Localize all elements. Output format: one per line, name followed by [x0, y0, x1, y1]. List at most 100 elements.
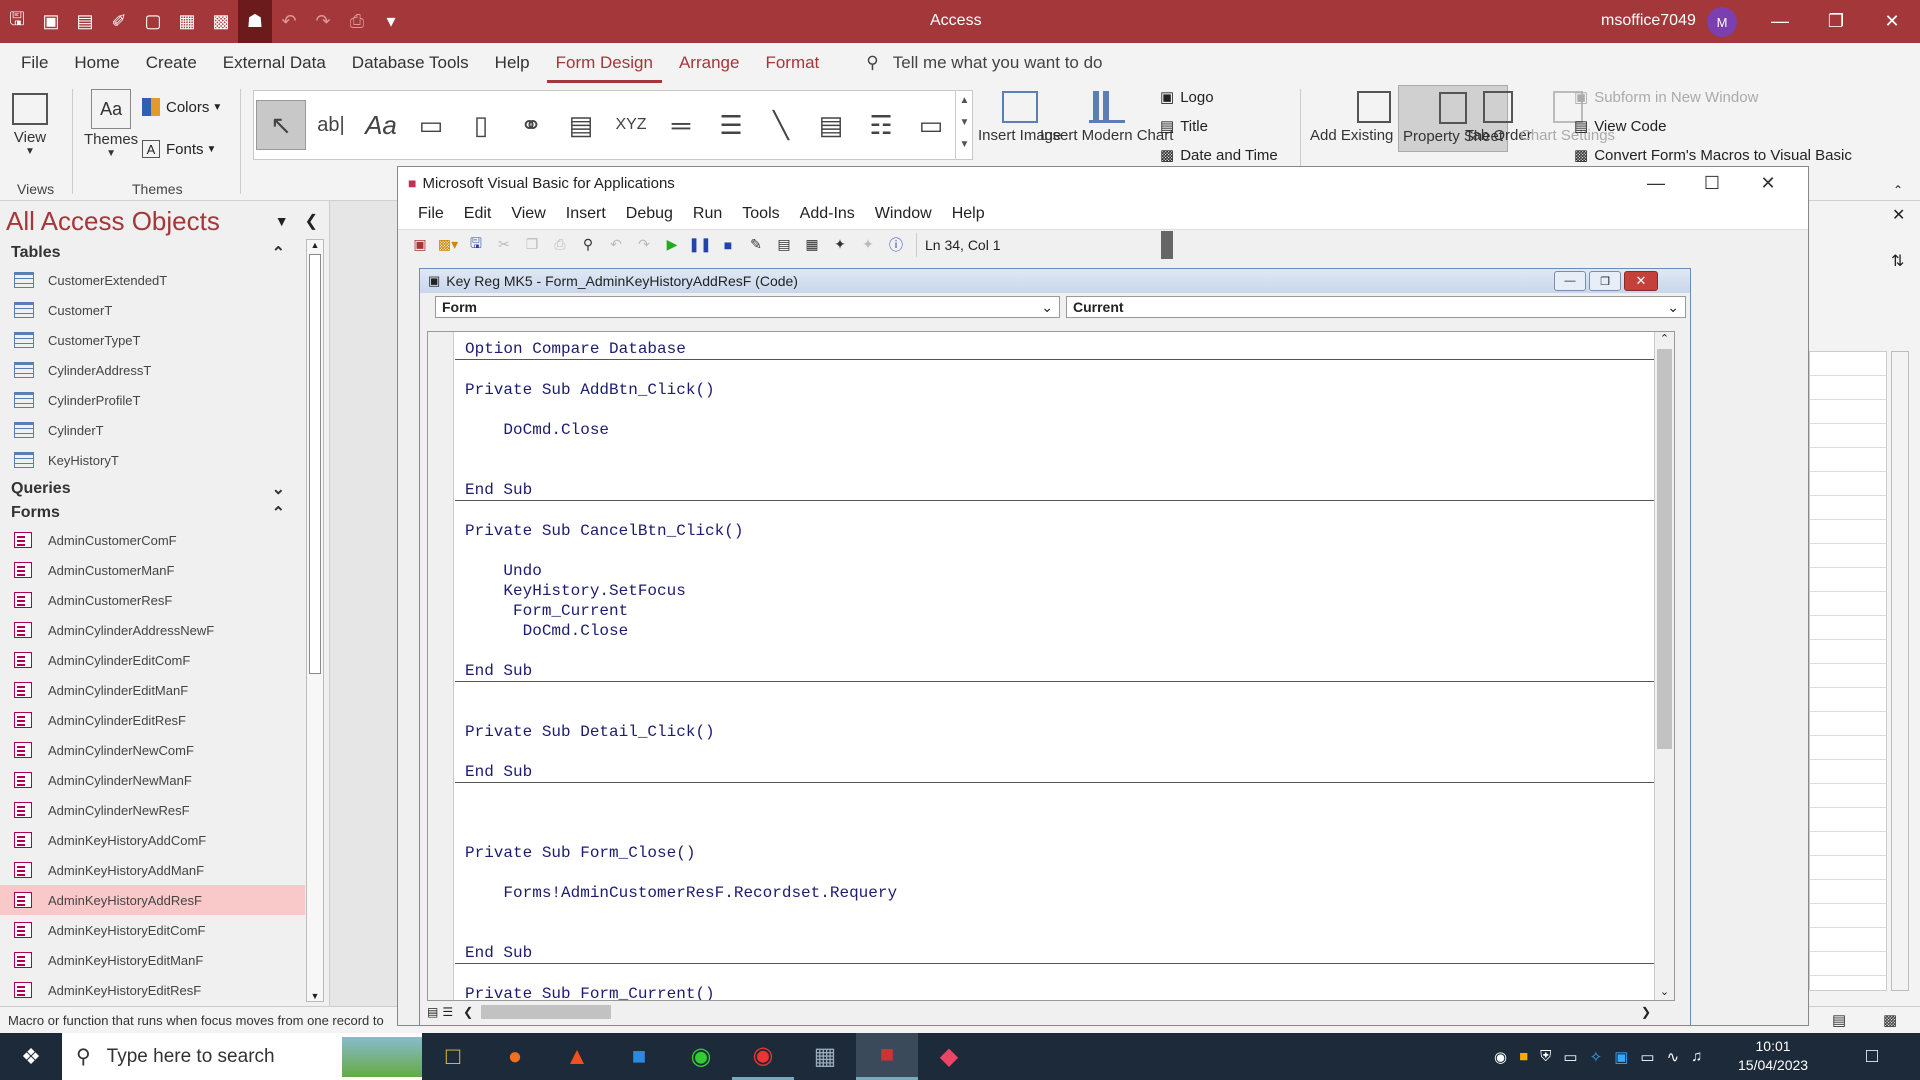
vba-menu-item[interactable]: Add-Ins: [800, 205, 855, 223]
tell-me-box[interactable]: ⚲ Tell me what you want to do: [866, 53, 1102, 73]
brush-icon[interactable]: ✐: [102, 0, 136, 43]
design-mode-icon[interactable]: ✎: [742, 233, 770, 257]
close-panel-icon[interactable]: ✕: [1892, 205, 1905, 225]
form-item[interactable]: AdminCylinderEditResF: [0, 705, 305, 735]
vba-menu-item[interactable]: Run: [693, 205, 722, 223]
tab-help[interactable]: Help: [486, 43, 539, 83]
navigation-icon[interactable]: XYZ: [606, 100, 656, 150]
run-icon[interactable]: ▶: [658, 233, 686, 257]
code-line[interactable]: [465, 823, 1664, 843]
form-item[interactable]: AdminCylinderEditComF: [0, 645, 305, 675]
code-vscroll-thumb[interactable]: [1657, 349, 1672, 749]
brave-icon[interactable]: ▲: [546, 1033, 608, 1080]
code-line[interactable]: [465, 863, 1664, 883]
store-icon[interactable]: ■: [608, 1033, 670, 1080]
code-line[interactable]: Private Sub Form_Current(): [465, 984, 1664, 1000]
table-item[interactable]: CylinderAddressT: [0, 355, 305, 385]
code-line[interactable]: Private Sub AddBtn_Click(): [465, 380, 1664, 400]
form-item[interactable]: AdminKeyHistoryEditComF: [0, 915, 305, 945]
battery-icon[interactable]: ▭: [1640, 1048, 1654, 1066]
code-line[interactable]: KeyHistory.SetFocus: [465, 581, 1664, 601]
code-line[interactable]: [465, 641, 1664, 661]
chrome-icon[interactable]: ◉: [732, 1033, 794, 1080]
form-item[interactable]: AdminKeyHistoryAddManF: [0, 855, 305, 885]
table-icon[interactable]: ▩: [204, 0, 238, 43]
find-icon[interactable]: ⚲: [574, 233, 602, 257]
access-view-icon[interactable]: ▣: [406, 233, 434, 257]
scroll-right-icon[interactable]: ❯: [1641, 1005, 1651, 1019]
vba-menu-item[interactable]: Window: [875, 205, 932, 223]
form-item[interactable]: AdminCylinderNewComF: [0, 735, 305, 765]
toggle-icon[interactable]: ▤: [806, 100, 856, 150]
code-line[interactable]: [465, 440, 1664, 460]
code-line[interactable]: DoCmd.Close: [465, 420, 1664, 440]
code-minimize-icon[interactable]: —: [1554, 271, 1586, 291]
reset-icon[interactable]: ■: [714, 233, 742, 257]
cut-icon[interactable]: ✂: [490, 233, 518, 257]
margin-indicator-bar[interactable]: [428, 332, 454, 1000]
form-item[interactable]: AdminKeyHistoryAddComF: [0, 825, 305, 855]
form-item[interactable]: AdminCylinderNewResF: [0, 795, 305, 825]
insert-modern-chart-button[interactable]: Insert Modern Chart: [1040, 91, 1173, 144]
help-icon[interactable]: ⓘ: [882, 233, 910, 257]
bluetooth-icon[interactable]: ✧: [1590, 1048, 1603, 1066]
tab-file[interactable]: File: [12, 43, 57, 83]
view-button[interactable]: View ▼: [12, 93, 48, 157]
section-queries[interactable]: Queries ⌄: [0, 477, 305, 501]
tab-create[interactable]: Create: [137, 43, 206, 83]
security-icon[interactable]: ⛨: [1540, 1048, 1551, 1065]
code-line[interactable]: [465, 702, 1664, 722]
nav-header[interactable]: All Access Objects: [0, 206, 220, 237]
file-explorer-icon[interactable]: □: [422, 1033, 484, 1080]
notifications-icon[interactable]: □: [1866, 1045, 1878, 1068]
label-icon[interactable]: Aa: [356, 100, 406, 150]
paste-icon[interactable]: ⎙: [340, 0, 374, 43]
object-browser-icon[interactable]: ✦: [826, 233, 854, 257]
tab-arrange[interactable]: Arrange: [670, 43, 748, 83]
tab-database-tools[interactable]: Database Tools: [343, 43, 478, 83]
paint-icon[interactable]: ◆: [918, 1033, 980, 1080]
fonts-button[interactable]: A Fonts ▼: [142, 140, 216, 158]
combobox-icon[interactable]: ☰: [706, 100, 756, 150]
calculator-icon[interactable]: ▦: [794, 1033, 856, 1080]
form-item[interactable]: AdminCylinderAddressNewF: [0, 615, 305, 645]
restore-icon[interactable]: ❐: [1808, 0, 1864, 43]
code-line[interactable]: Forms!AdminCustomerResF.Recordset.Requer…: [465, 883, 1664, 903]
toolbox-icon[interactable]: ✦: [854, 233, 882, 257]
project-explorer-icon[interactable]: ▤: [770, 233, 798, 257]
paste-icon[interactable]: ⎙: [546, 233, 574, 257]
code-line[interactable]: [465, 360, 1664, 380]
themes-button[interactable]: Aa Themes ▼: [84, 89, 138, 159]
collapse-left-icon[interactable]: ❮: [305, 211, 318, 231]
maps-icon[interactable]: ◉: [670, 1033, 732, 1080]
code-editor[interactable]: Option Compare Database Private Sub AddBt…: [427, 331, 1675, 1001]
table-item[interactable]: CylinderProfileT: [0, 385, 305, 415]
code-line[interactable]: [465, 964, 1664, 984]
vba-menu-item[interactable]: Insert: [566, 205, 606, 223]
property-grid[interactable]: [1809, 351, 1887, 991]
hyperlink-icon[interactable]: ⚭: [506, 100, 556, 150]
minimize-icon[interactable]: —: [1752, 0, 1808, 43]
vba-menu-item[interactable]: Tools: [742, 205, 779, 223]
vba-minimize-icon[interactable]: —: [1628, 167, 1684, 199]
form-item[interactable]: AdminKeyHistoryAddResF: [0, 885, 305, 915]
avatar[interactable]: M: [1707, 7, 1737, 37]
collapse-ribbon-icon[interactable]: ⌃: [1893, 183, 1903, 197]
code-line[interactable]: End Sub: [465, 480, 1664, 500]
toolbar-options-icon[interactable]: [1161, 230, 1173, 259]
close-icon[interactable]: ✕: [1864, 0, 1920, 43]
app-tray-icon[interactable]: ◉: [1494, 1048, 1507, 1066]
form-icon[interactable]: ▣: [34, 0, 68, 43]
date-time-button[interactable]: ▩ Date and Time: [1160, 146, 1278, 165]
textbox-icon[interactable]: ab|: [306, 100, 356, 150]
code-line[interactable]: End Sub: [465, 943, 1664, 963]
object-combo[interactable]: Form ⌄: [435, 296, 1060, 318]
vba-menu-item[interactable]: Help: [952, 205, 985, 223]
code-line[interactable]: [465, 742, 1664, 762]
form-item[interactable]: AdminCylinderNewManF: [0, 765, 305, 795]
nav-scrollbar[interactable]: ▲ ▼: [306, 239, 324, 1002]
nav-menu-icon[interactable]: ▼: [275, 213, 289, 229]
form-item[interactable]: AdminCustomerResF: [0, 585, 305, 615]
windows-start-icon[interactable]: ❖: [0, 1033, 62, 1080]
vba-menu-item[interactable]: File: [418, 205, 444, 223]
